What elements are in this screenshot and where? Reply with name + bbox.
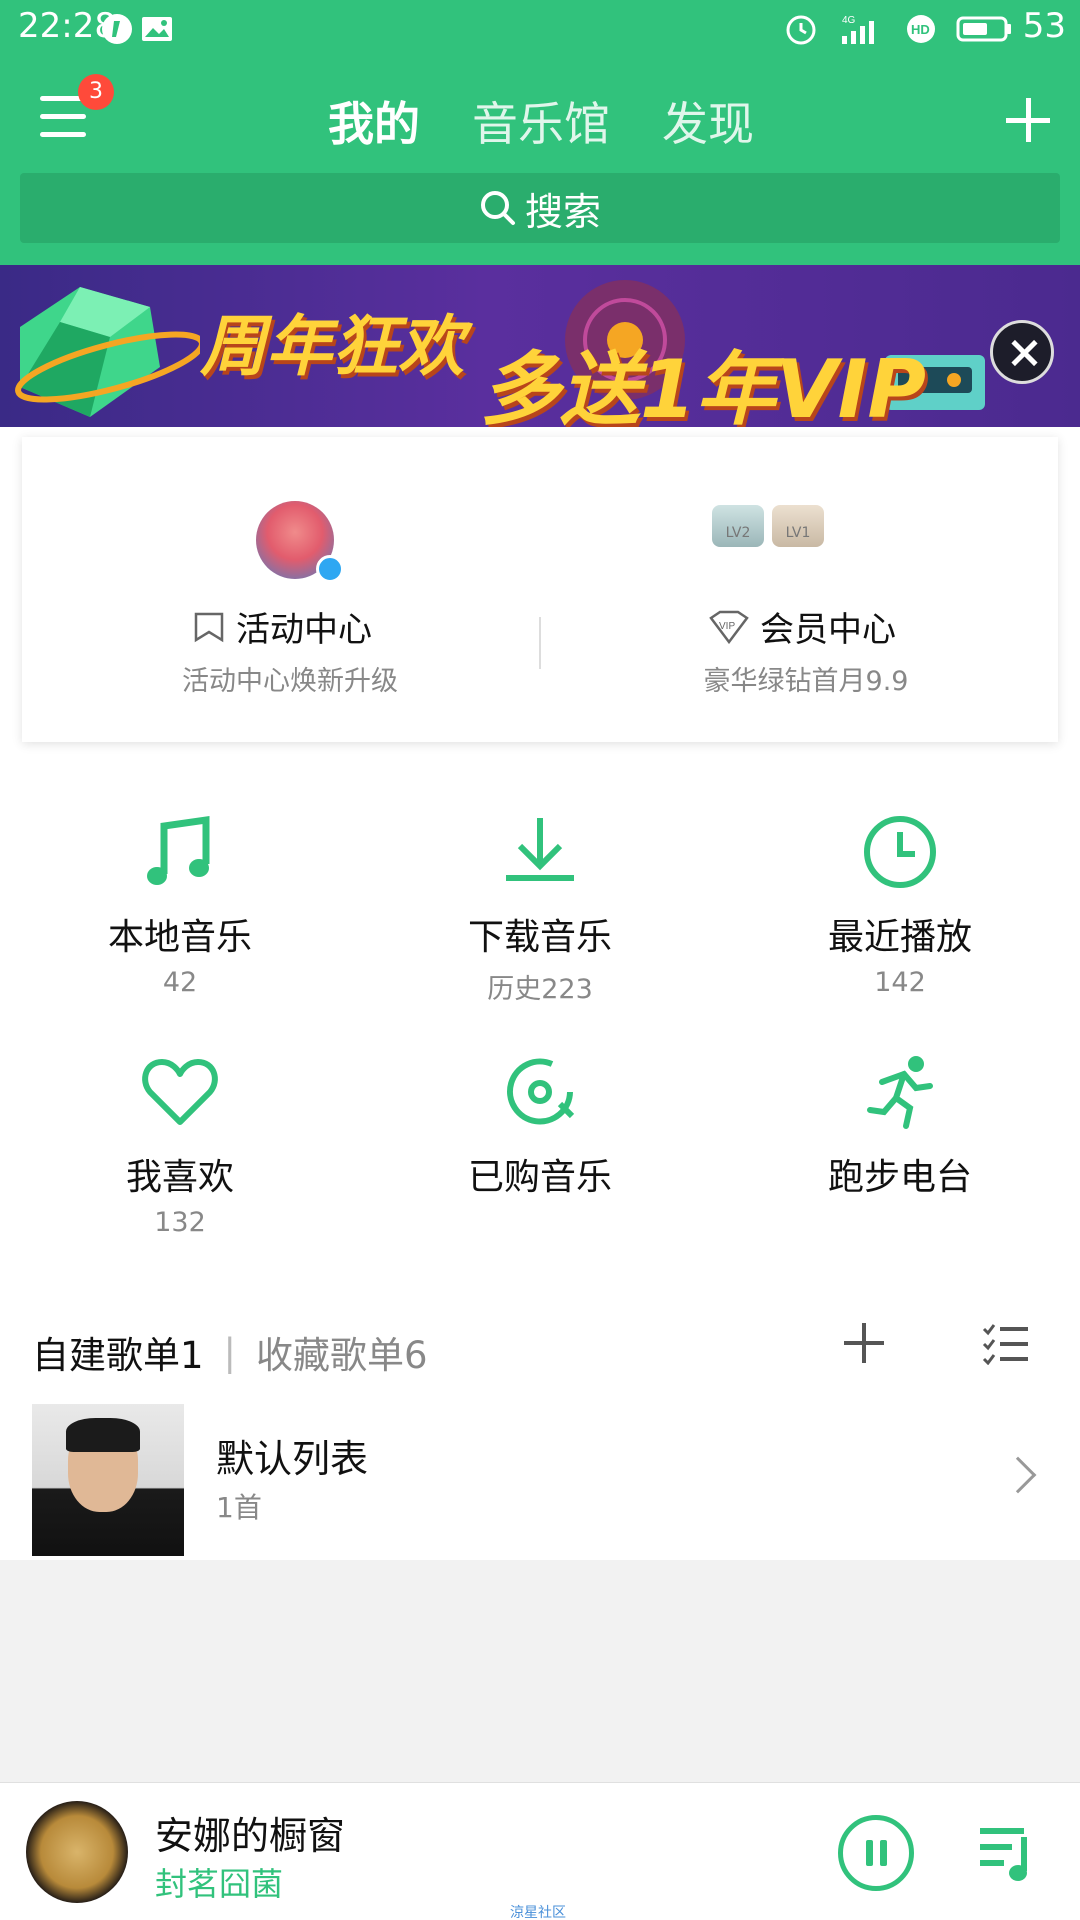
watermark: 涼星社区: [510, 1905, 566, 1920]
grid-label: 本地音乐: [107, 917, 252, 958]
playlist-count: 1首: [216, 1491, 262, 1524]
grid-running-radio[interactable]: 跑步电台: [720, 1052, 1080, 1252]
disc-icon: [507, 1058, 575, 1125]
banner-close-button[interactable]: [990, 320, 1054, 384]
nav-bar: 3 我的 音乐馆 发现: [0, 58, 1080, 168]
activity-center-subtitle: 活动中心焕新升级: [182, 666, 398, 697]
svg-text:HD: HD: [911, 22, 930, 37]
search-icon: [480, 191, 515, 225]
image-icon: [142, 17, 172, 41]
top-header: 22:28 4G HD 53 3 我的 音乐馆 发现 搜索: [0, 0, 1080, 265]
now-playing-cover[interactable]: [26, 1801, 128, 1903]
status-bar: 22:28 4G HD 53: [0, 0, 1080, 58]
playlist-tabs: 自建歌单1 | 收藏歌单6: [32, 1325, 428, 1379]
main-content: LV2 LV1 活动中心 活动中心焕新升级 VIP 会员中心 豪华绿钻首月9.9…: [0, 427, 1080, 1560]
add-playlist-button[interactable]: [844, 1323, 884, 1363]
tab-collected-playlists[interactable]: 收藏歌单6: [256, 1325, 428, 1379]
running-icon: [867, 1056, 933, 1129]
tab-mine[interactable]: 我的: [328, 88, 420, 154]
activity-center-button[interactable]: 活动中心: [192, 602, 372, 651]
vip-icon: VIP: [709, 610, 749, 644]
battery-level: 53: [1022, 6, 1066, 46]
grid-recent-play[interactable]: 最近播放 142: [720, 812, 1080, 1012]
card-divider: [539, 617, 541, 669]
manage-playlists-button[interactable]: [982, 1323, 1030, 1365]
vip-center-title: 会员中心: [760, 610, 896, 650]
qq-badge-icon: [316, 555, 344, 583]
grid-label: 最近播放: [827, 917, 972, 958]
chevron-right-icon: [999, 1456, 1037, 1494]
vip-center-button[interactable]: VIP 会员中心: [708, 602, 896, 651]
clock-icon: [864, 816, 936, 888]
grid-label: 下载音乐: [467, 917, 612, 958]
level-badge-lv1[interactable]: LV1: [772, 505, 824, 547]
now-playing-artist: 封茗囧菌: [155, 1865, 284, 1903]
heart-icon: [142, 1059, 218, 1125]
gem-icon: [15, 287, 200, 417]
tab-music-hall[interactable]: 音乐馆: [472, 88, 610, 154]
playlist-name: 默认列表: [216, 1437, 369, 1481]
level-badge-lv2[interactable]: LV2: [712, 505, 764, 547]
add-button[interactable]: [1006, 98, 1050, 142]
grid-purchased-music[interactable]: 已购音乐: [360, 1052, 720, 1252]
playlist-queue-button[interactable]: [976, 1817, 1036, 1887]
tab-discover[interactable]: 发现: [662, 88, 754, 154]
download-icon: [506, 818, 574, 881]
tab-created-playlists[interactable]: 自建歌单1: [32, 1325, 204, 1379]
alarm-icon: [786, 15, 816, 45]
svg-text:4G: 4G: [842, 15, 856, 26]
banner-subheadline: 多送1年VIP: [480, 343, 926, 427]
banner-headline: 周年狂欢: [200, 308, 464, 385]
grid-count: 132: [154, 1207, 206, 1238]
grid-label: 跑步电台: [827, 1157, 972, 1198]
battery-icon: [956, 16, 1011, 42]
grid-label: 我喜欢: [125, 1157, 234, 1198]
svg-text:VIP: VIP: [719, 621, 735, 632]
promo-banner[interactable]: 周年狂欢 多送1年VIP: [0, 265, 1080, 427]
music-app-icon: [102, 14, 132, 44]
grid-count: 42: [162, 967, 198, 998]
grid-local-music[interactable]: 本地音乐 42: [0, 812, 360, 1012]
grid-label: 已购音乐: [467, 1157, 612, 1198]
grid-count: 142: [874, 967, 926, 998]
search-label: 搜索: [524, 189, 601, 234]
now-playing-title: 安娜的橱窗: [155, 1814, 346, 1858]
pause-button[interactable]: [838, 1815, 914, 1891]
list-item[interactable]: 默认列表 1首: [0, 1402, 1080, 1560]
notification-badge: 3: [78, 74, 114, 110]
profile-card: LV2 LV1 活动中心 活动中心焕新升级 VIP 会员中心 豪华绿钻首月9.9: [22, 437, 1058, 742]
music-note-icon: [147, 815, 210, 885]
playlist-cover: [32, 1404, 184, 1556]
grid-download-music[interactable]: 下载音乐 历史223: [360, 812, 720, 1012]
tab-separator: |: [223, 1330, 237, 1374]
grid-favorites[interactable]: 我喜欢 132: [0, 1052, 360, 1252]
search-bar[interactable]: 搜索: [20, 173, 1060, 243]
flag-icon: [194, 612, 224, 642]
mini-player[interactable]: 安娜的橱窗 封茗囧菌: [0, 1782, 1080, 1920]
4g-signal-icon: 4G: [842, 15, 874, 44]
activity-center-title: 活动中心: [236, 610, 372, 650]
hd-icon: HD: [907, 15, 935, 43]
grid-count: 历史223: [487, 974, 593, 1005]
vip-center-subtitle: 豪华绿钻首月9.9: [703, 666, 909, 697]
